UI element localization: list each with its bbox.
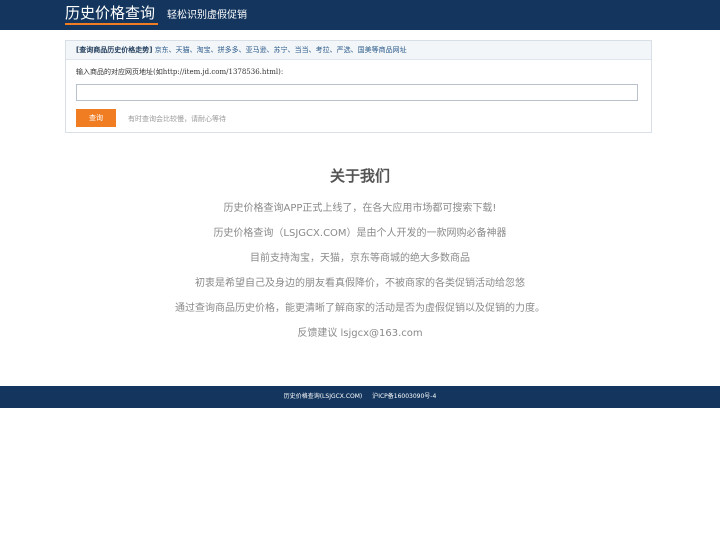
search-panel-header: [查询商品历史价格走势] 京东、天猫、淘宝、拼多多、亚马逊、苏宁、当当、考拉、严… (66, 41, 651, 60)
about-text-block: 历史价格查询APP正式上线了，在各大应用市场都可搜索下载! 历史价格查询（LSJ… (0, 200, 720, 350)
top-header-bar: 历史价格查询 轻松识别虚假促销 (0, 0, 720, 30)
about-line-benefit: 通过查询商品历史价格，能更清晰了解商家的活动是否为虚假促销以及促销的力度。 (175, 303, 545, 314)
about-line-purpose: 初衷是希望自己及身边的朋友看真假降价，不被商家的各类促销活动给忽悠 (195, 278, 525, 289)
page-footer: 历史价格查询(LSJGCX.COM) 沪ICP备16003090号-4 (0, 386, 720, 408)
query-wait-note: 有时查询会比较慢，请耐心等待 (128, 115, 226, 123)
footer-icp-link[interactable]: 沪ICP备16003090号-4 (372, 393, 436, 400)
site-slogan: 轻松识别虚假促销 (167, 10, 247, 21)
supported-sites-text: 京东、天猫、淘宝、拼多多、亚马逊、苏宁、当当、考拉、严选、国美等商品网址 (154, 46, 407, 54)
url-input-label-end: ): (278, 68, 284, 76)
logo-underline (65, 23, 158, 25)
about-line-intro: 历史价格查询（LSJGCX.COM）是由个人开发的一款网购必备神器 (213, 228, 507, 239)
feedback-email-line[interactable]: 反馈建议 lsjgcx@163.com (0, 325, 720, 350)
footer-site-name: 历史价格查询(LSJGCX.COM) (283, 393, 363, 400)
product-url-input[interactable] (76, 84, 638, 101)
about-line-support: 目前支持淘宝，天猫，京东等商城的绝大多数商品 (250, 253, 470, 264)
about-section: 关于我们 (0, 165, 720, 187)
about-title: 关于我们 (329, 167, 390, 185)
panel-title: [查询商品历史价格走势] (76, 46, 153, 54)
search-panel: [查询商品历史价格走势] 京东、天猫、淘宝、拼多多、亚马逊、苏宁、当当、考拉、严… (65, 40, 652, 133)
query-button[interactable]: 查询 (76, 109, 116, 127)
site-logo[interactable]: 历史价格查询 (65, 4, 155, 22)
about-line-app: 历史价格查询APP正式上线了，在各大应用市场都可搜索下载! (223, 203, 497, 214)
url-example-text: http://item.jd.com/1378536.html (162, 68, 279, 76)
url-input-label-text: 输入商品的对应网页地址(如 (76, 68, 163, 76)
url-input-label: 输入商品的对应网页地址(如http://item.jd.com/1378536.… (76, 67, 283, 77)
